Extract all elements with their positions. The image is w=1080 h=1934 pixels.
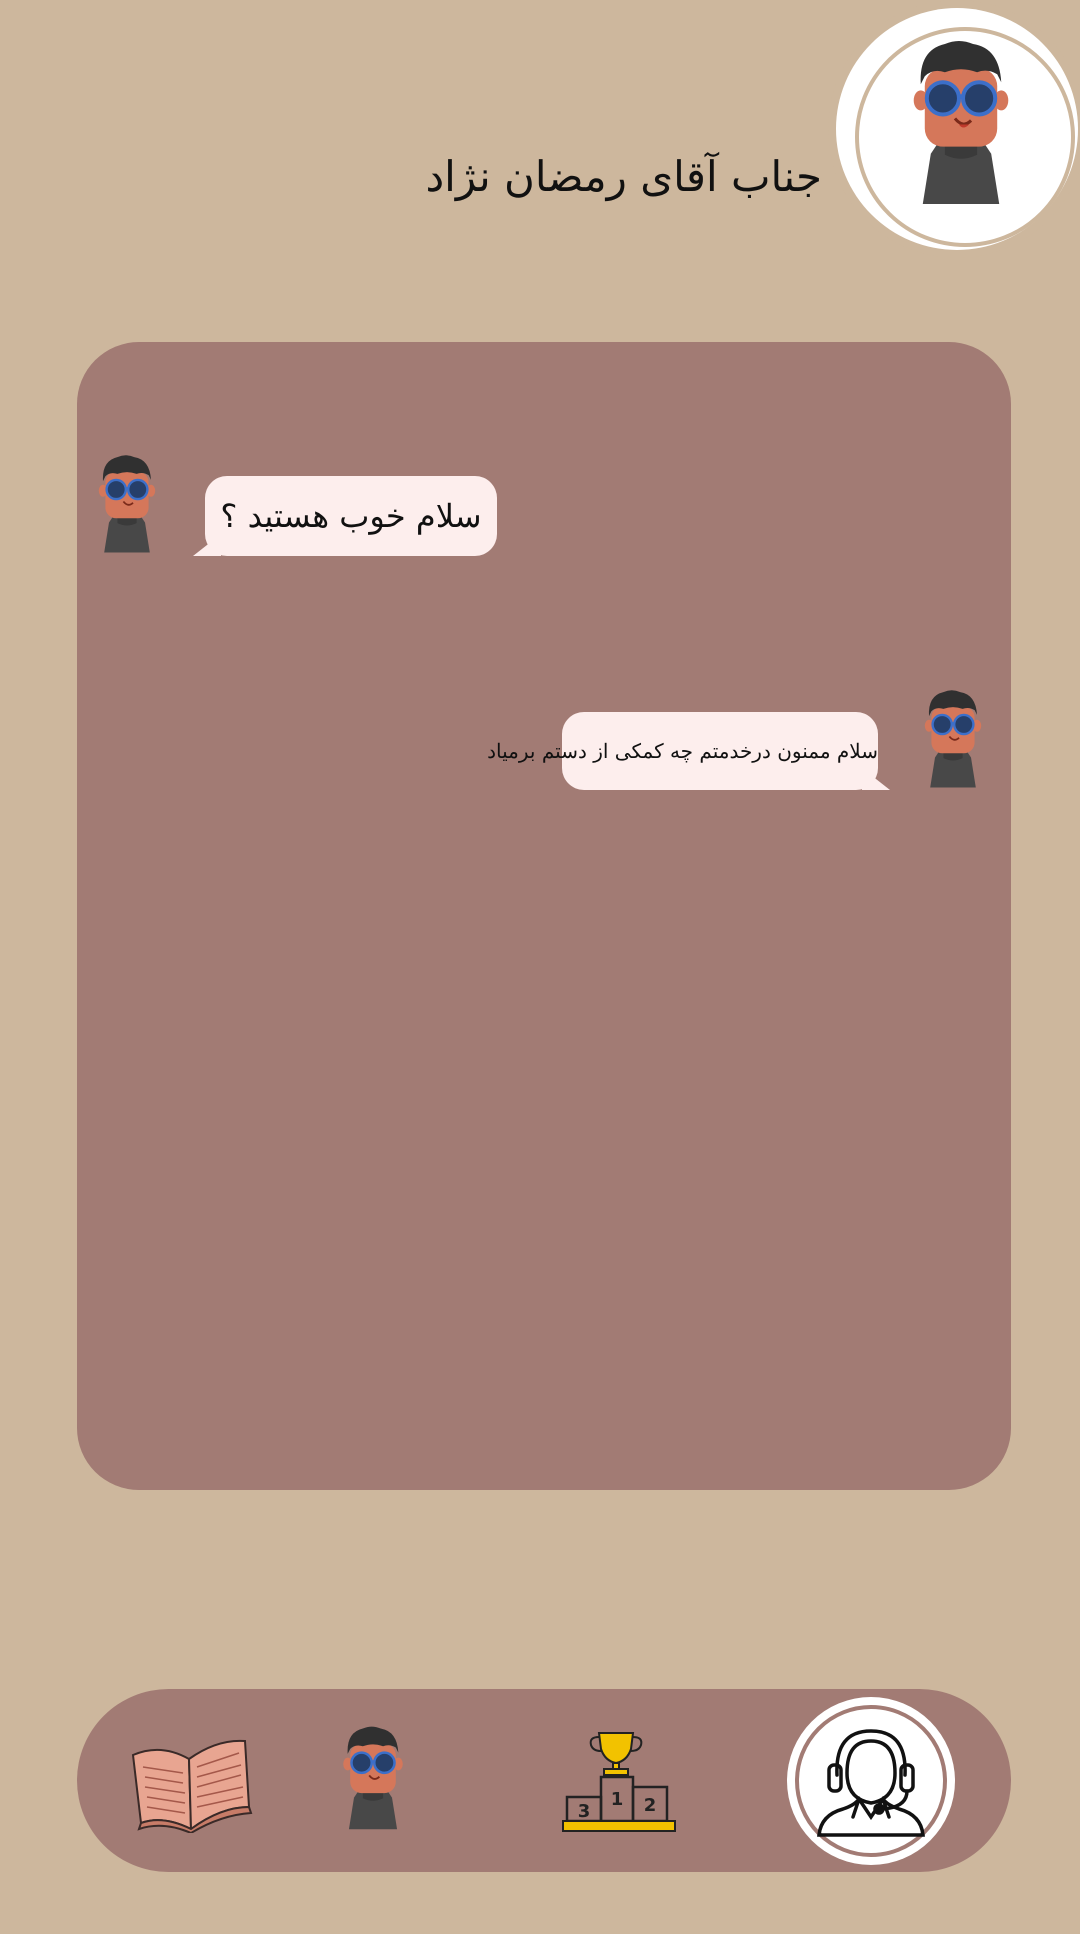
book-icon[interactable]: [127, 1729, 253, 1833]
user-avatar-icon: [924, 690, 982, 788]
bottom-nav: 1 2 3: [77, 1689, 1011, 1872]
profile-icon[interactable]: [335, 1719, 411, 1835]
support-agent-icon: [817, 1729, 925, 1837]
podium-label-first: 1: [611, 1789, 624, 1810]
podium-label-second: 2: [644, 1795, 657, 1816]
page-title: جناب آقای رمضان نژاد: [425, 152, 822, 201]
message-bubble-incoming: سلام خوب هستید ؟: [205, 476, 497, 556]
leaderboard-icon[interactable]: 1 2 3: [561, 1729, 677, 1833]
support-nav-button[interactable]: [787, 1697, 955, 1865]
chat-panel: سلام خوب هستید ؟ سلام ممنون درخدمتم چه ک…: [77, 342, 1011, 1490]
profile-avatar[interactable]: [828, 0, 1080, 258]
message-bubble-outgoing: سلام ممنون درخدمتم چه کمکی از دستم برمیا…: [487, 712, 878, 790]
podium-label-third: 3: [578, 1801, 591, 1822]
user-avatar-icon: [98, 455, 156, 553]
user-avatar-icon: [913, 41, 1009, 204]
